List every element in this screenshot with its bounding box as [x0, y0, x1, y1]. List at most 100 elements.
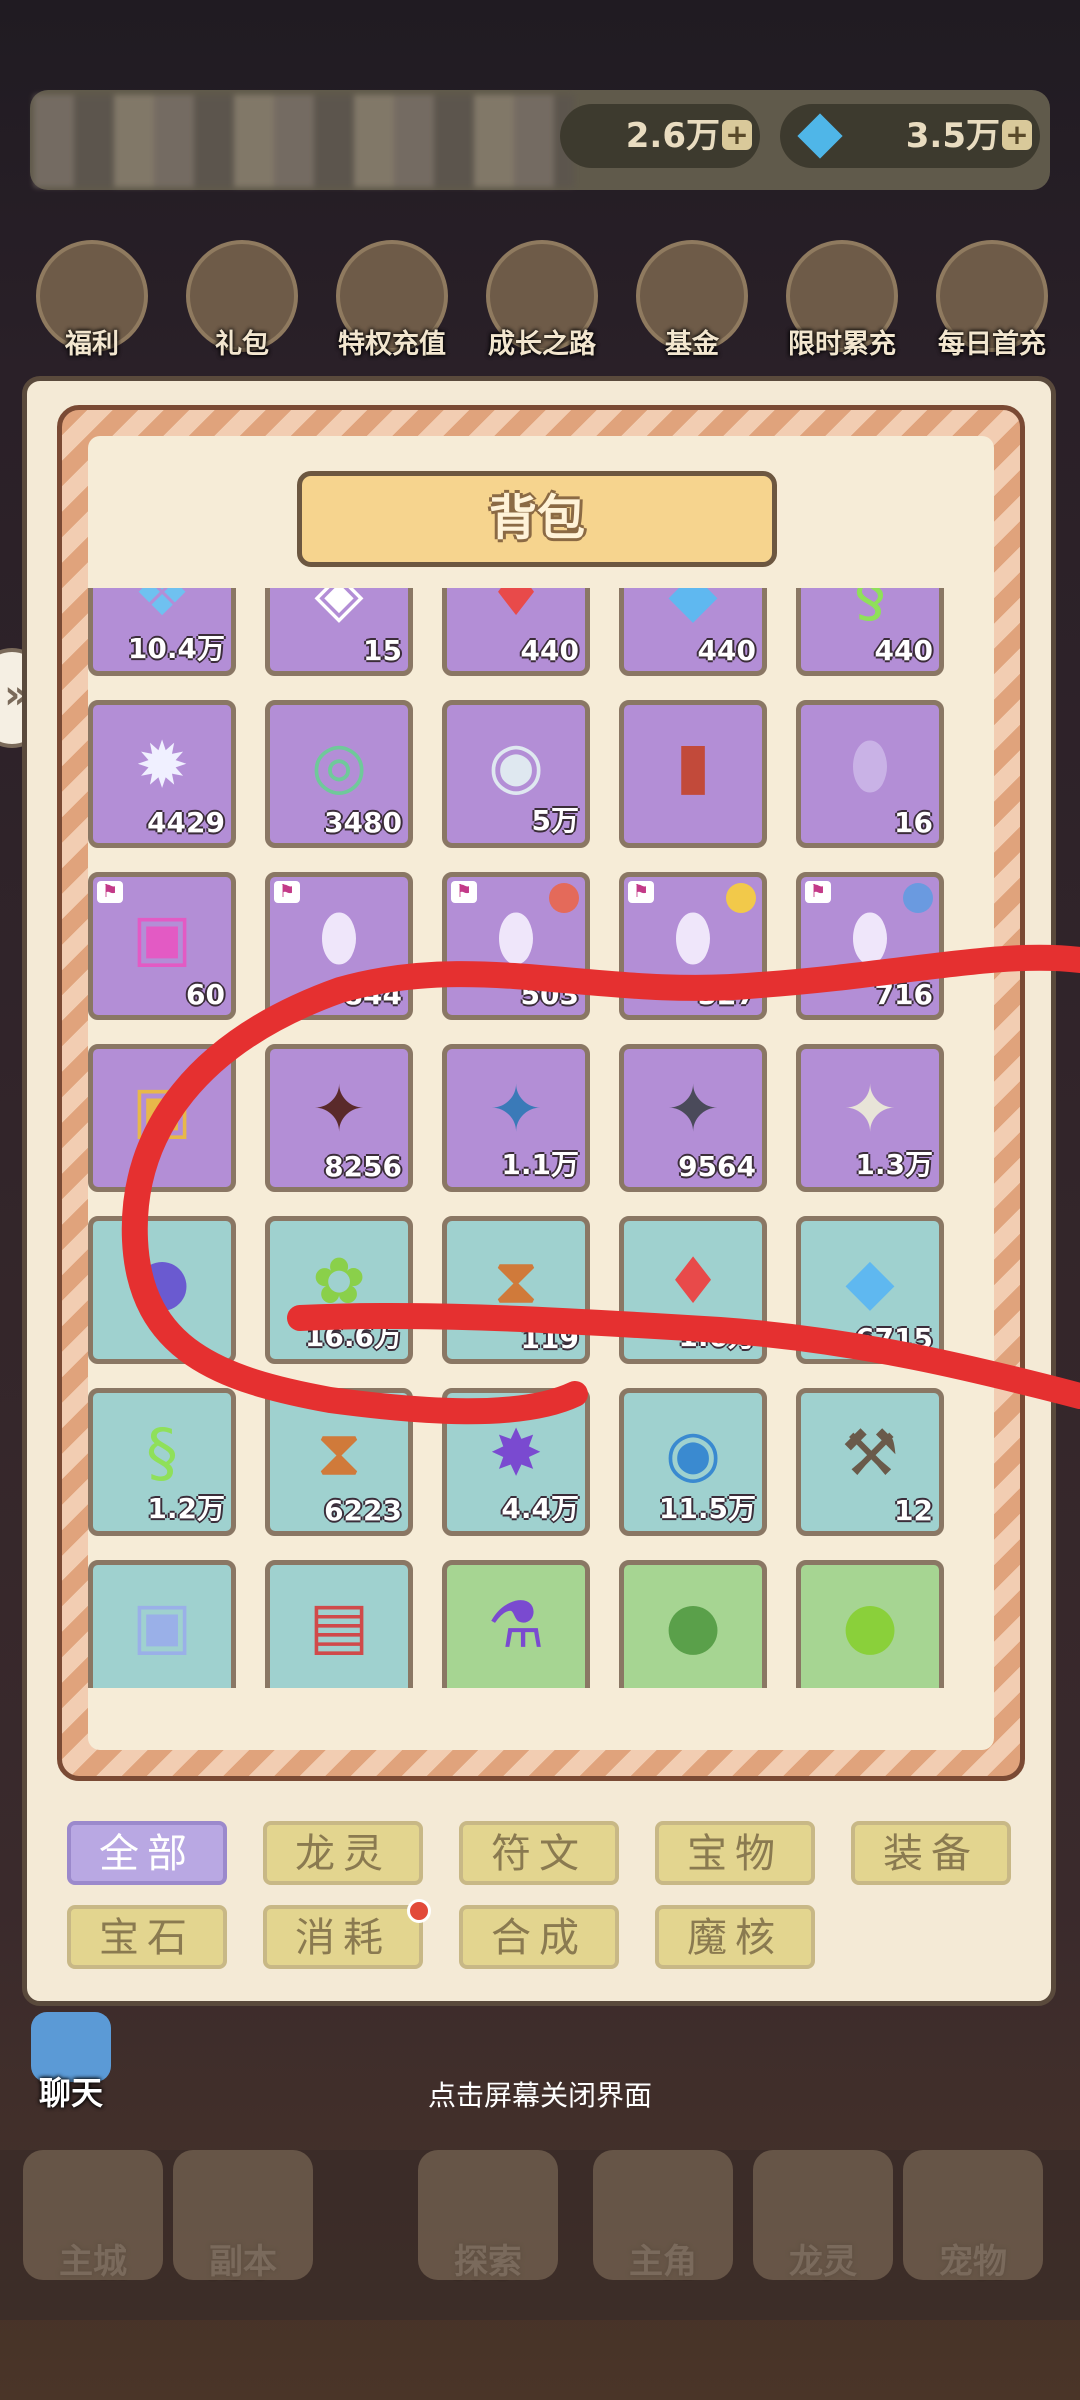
item-slot[interactable]: ▣ [88, 1044, 236, 1192]
red-flame-icon: ♦ [664, 1245, 722, 1319]
tab-6[interactable]: 宝石 [67, 1905, 227, 1969]
top-event-3[interactable]: 特权充值 [332, 240, 452, 361]
event-label: 基金 [665, 329, 719, 360]
top-event-5[interactable]: 基金 [632, 240, 752, 361]
item-slot[interactable]: ⚒ 12 [796, 1388, 944, 1536]
item-slot[interactable]: ♦ 440 [442, 588, 590, 676]
item-slot[interactable]: ⬮ ⚑ 716 [796, 872, 944, 1020]
tab-5[interactable]: 装备 [851, 1821, 1011, 1885]
nav-3[interactable]: 探索 [388, 2150, 588, 2320]
item-slot[interactable]: § 1.2万 [88, 1388, 236, 1536]
item-count: 8256 [324, 1150, 402, 1183]
item-grid: ❖ 10.4万 ◈ 15 ♦ 440 ◆ 440 § 440 ✹ 4429 ◎ 3480 ◉ 5万 ▮ ⬮ 16 ▣ ⚑… [88, 588, 998, 1688]
item-slot[interactable]: ❖ 10.4万 [88, 588, 236, 676]
item-slot[interactable]: ● [796, 1560, 944, 1688]
item-slot[interactable]: ⧗ 119 [442, 1216, 590, 1364]
top-event-4[interactable]: 成长之路 [482, 240, 602, 361]
nav-1[interactable]: 主城 [18, 2150, 168, 2320]
chat-label: 聊天 [38, 2074, 103, 2112]
item-slot[interactable]: ▮ [619, 700, 767, 848]
item-count: 716 [874, 978, 933, 1011]
item-slot[interactable]: ▣ [88, 1560, 236, 1688]
item-slot[interactable]: ◉ 11.5万 [619, 1388, 767, 1536]
item-slot[interactable]: § 440 [796, 588, 944, 676]
diamond-icon [797, 113, 843, 159]
item-count: 440 [874, 634, 933, 667]
event-label: 礼包 [215, 329, 269, 360]
item-slot[interactable]: ● [88, 1216, 236, 1364]
event-label: 每日首充 [938, 329, 1046, 360]
item-grid-viewport[interactable]: ❖ 10.4万 ◈ 15 ♦ 440 ◆ 440 § 440 ✹ 4429 ◎ 3480 ◉ 5万 ▮ ⬮ 16 ▣ ⚑… [88, 588, 998, 1688]
item-slot[interactable]: ▤ [265, 1560, 413, 1688]
nav-icon [753, 2150, 893, 2280]
item-slot[interactable]: ♦ 1.6万 [619, 1216, 767, 1364]
tab-label: 全部 [99, 1831, 195, 1877]
nav-6[interactable]: 宠物 [898, 2150, 1048, 2320]
item-slot[interactable]: ✦ 1.3万 [796, 1044, 944, 1192]
item-slot[interactable]: ✦ 9564 [619, 1044, 767, 1192]
chat-button[interactable]: 聊天 [26, 2012, 116, 2114]
nav-4[interactable]: 主角 [588, 2150, 738, 2320]
add-currency-1-button[interactable]: + [722, 120, 752, 150]
item-count: 527 [697, 978, 756, 1011]
currency-1-display[interactable]: 2.6万 + [560, 104, 760, 168]
blue-portal-coin-icon: ◉ [665, 1417, 721, 1491]
item-slot[interactable]: ✹ 4429 [88, 700, 236, 848]
item-count: 4.4万 [501, 1492, 579, 1525]
green-spirit-icon: § [146, 1417, 178, 1491]
item-slot[interactable]: ◎ 3480 [265, 700, 413, 848]
silver-coin-icon: ◉ [488, 729, 544, 803]
white-flame-icon: ◈ [314, 588, 364, 631]
item-slot[interactable]: ▣ ⚑ 60 [88, 872, 236, 1020]
item-slot[interactable]: ◆ 440 [619, 588, 767, 676]
top-event-7[interactable]: 每日首充 [932, 240, 1052, 361]
dragon-egg-icon: ⬮ [849, 901, 891, 975]
top-event-2[interactable]: 礼包 [182, 240, 302, 361]
element-badge-icon [726, 883, 756, 913]
item-slot[interactable]: ⬮ ⚑ 503 [442, 872, 590, 1020]
dragon-puzzle-red-icon: ✦ [312, 1073, 366, 1147]
item-slot[interactable]: ⬮ 16 [796, 700, 944, 848]
tab-3[interactable]: 符文 [459, 1821, 619, 1885]
item-slot[interactable]: ⬮ ⚑ 527 [619, 872, 767, 1020]
top-event-1[interactable]: 福利 [32, 240, 152, 361]
item-slot[interactable]: ⧗ 6223 [265, 1388, 413, 1536]
item-slot[interactable]: ◆ 6715 [796, 1216, 944, 1364]
green-onion-icon: ● [665, 1589, 721, 1663]
add-diamond-button[interactable]: + [1002, 120, 1032, 150]
tab-7[interactable]: 消耗 [263, 1899, 431, 1969]
item-slot[interactable]: ● [619, 1560, 767, 1688]
event-label: 福利 [65, 329, 119, 360]
dragon-egg-icon: ⬮ [672, 901, 714, 975]
hourglass-icon: ⧗ [316, 1417, 362, 1491]
tab-4[interactable]: 宝物 [655, 1821, 815, 1885]
close-hint[interactable]: 点击屏幕关闭界面 [0, 2074, 1080, 2114]
purple-onion-icon: ● [134, 1245, 190, 1319]
item-slot[interactable]: ✸ 4.4万 [442, 1388, 590, 1536]
top-event-6[interactable]: 限时累充 [782, 240, 902, 361]
diamond-display[interactable]: 3.5万 + [780, 104, 1040, 168]
item-slot[interactable]: ◉ 5万 [442, 700, 590, 848]
item-count: 12 [894, 1494, 933, 1527]
item-count: 1.6万 [678, 1320, 756, 1353]
item-slot[interactable]: ⬮ ⚑ 844 [265, 872, 413, 1020]
spiked-orb-icon: ✹ [135, 729, 189, 803]
tab-9[interactable]: 魔核 [655, 1905, 815, 1969]
nav-5[interactable]: 龙灵 [748, 2150, 898, 2320]
dragon-puzzle-white-icon: ✦ [843, 1073, 897, 1147]
tab-label: 装备 [883, 1831, 979, 1877]
tab-1[interactable]: 全部 [67, 1821, 227, 1885]
item-count: 440 [697, 634, 756, 667]
item-slot[interactable]: ✦ 1.1万 [442, 1044, 590, 1192]
item-slot[interactable]: ✦ 8256 [265, 1044, 413, 1192]
tab-2[interactable]: 龙灵 [263, 1821, 423, 1885]
tab-label: 魔核 [687, 1915, 783, 1961]
item-count: 1.3万 [855, 1148, 933, 1181]
item-slot[interactable]: ✿ 16.6万 [265, 1216, 413, 1364]
tab-8[interactable]: 合成 [459, 1905, 619, 1969]
golden-chest-icon: ▣ [131, 1073, 193, 1147]
item-count: 440 [520, 634, 579, 667]
item-slot[interactable]: ◈ 15 [265, 588, 413, 676]
item-slot[interactable]: ⚗ [442, 1560, 590, 1688]
nav-2[interactable]: 副本 [168, 2150, 318, 2320]
